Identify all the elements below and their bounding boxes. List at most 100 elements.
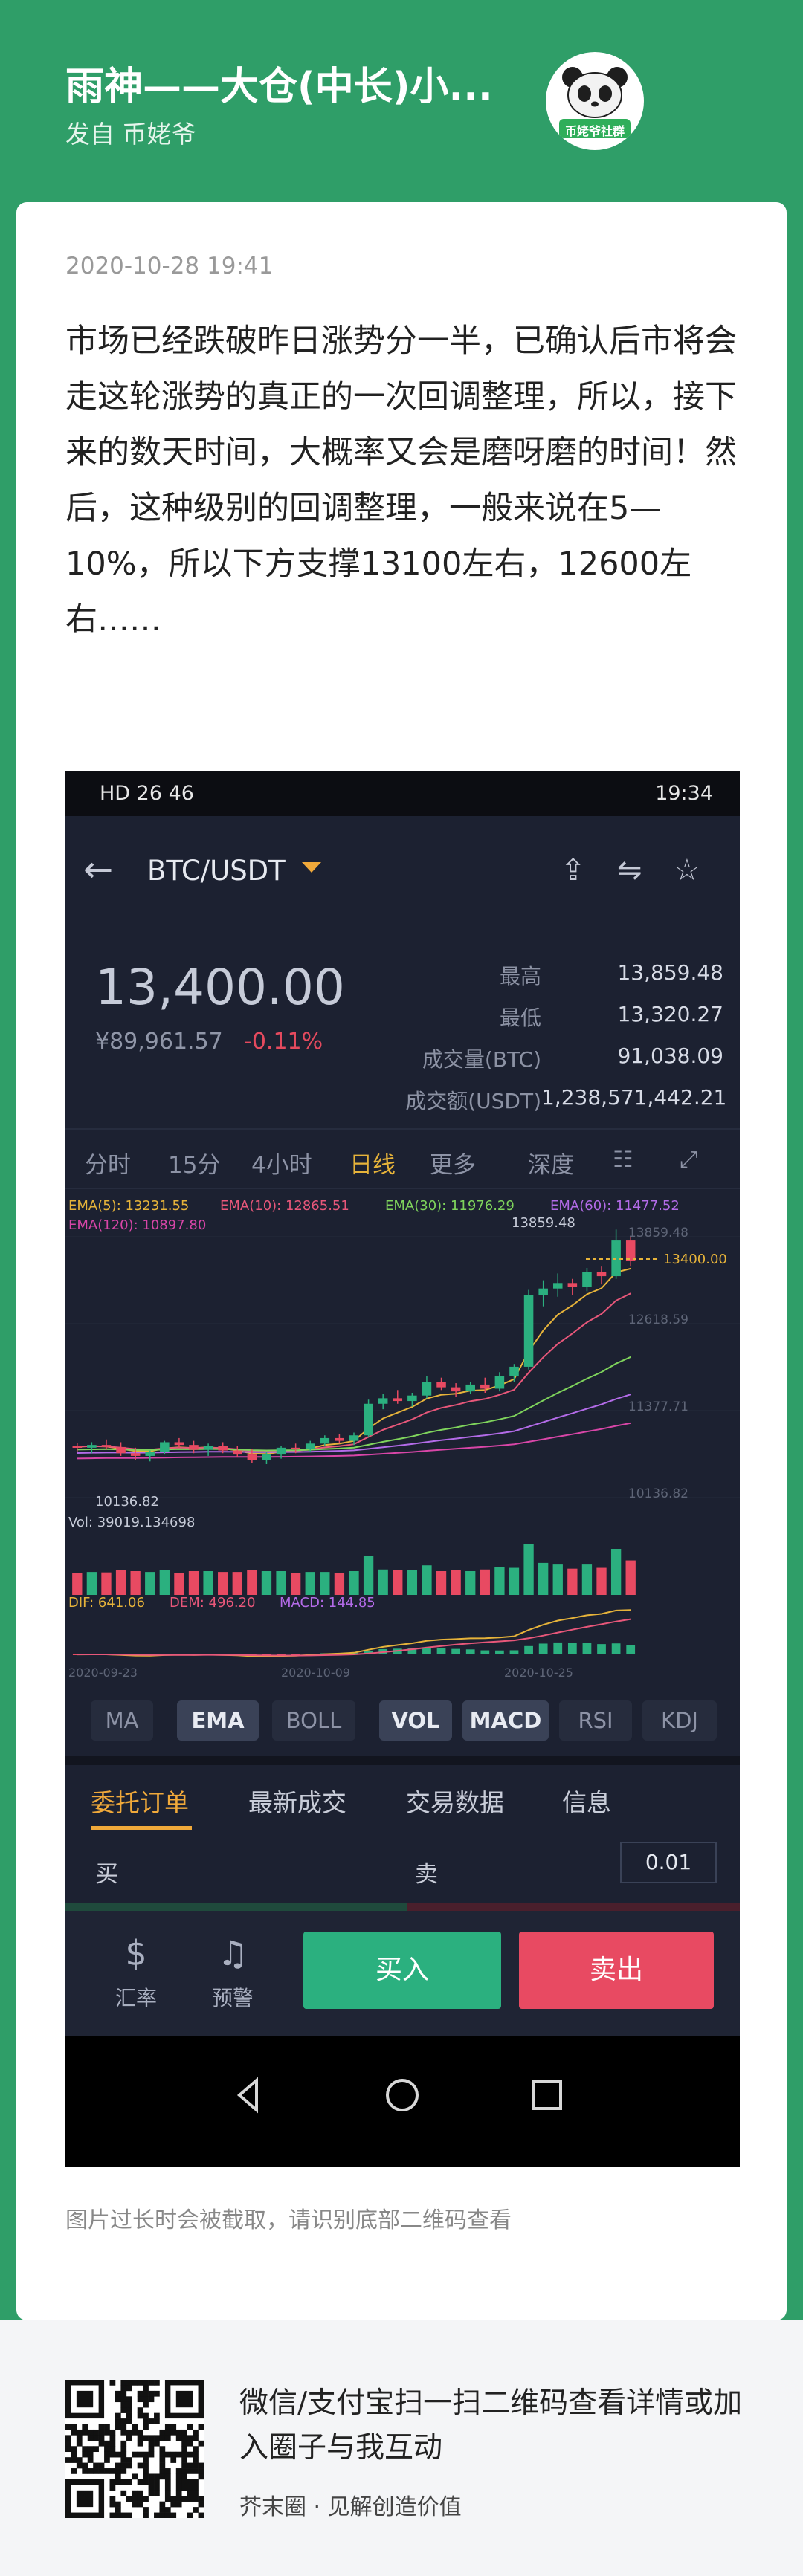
footer: 微信/支付宝扫一扫二维码查看详情或加入圈子与我互动 芥末圈 · 见解创造价值 (0, 2320, 803, 2576)
status-bar: HD 26 46 19:34 (65, 771, 740, 816)
tab-trade-data[interactable]: 交易数据 (406, 1783, 504, 1819)
high-label: 13859.48 (512, 1215, 575, 1231)
indicator-rsi[interactable]: RSI (559, 1700, 632, 1741)
candle (364, 1403, 373, 1436)
exchange-rate-icon: $ (125, 1933, 147, 1973)
footer-brand: 芥末圈 · 见解创造价值 (239, 2494, 462, 2520)
candle (116, 1446, 126, 1454)
volume-bar (363, 1556, 374, 1595)
volume-bar (232, 1572, 242, 1595)
section-divider (65, 1756, 740, 1765)
alert-button[interactable]: ♫ 预警 (192, 1933, 274, 2012)
settings-icon[interactable]: ☷ (613, 1146, 633, 1173)
buy-button[interactable]: 买入 (303, 1932, 501, 2009)
volume-bar (378, 1569, 388, 1595)
tab-more[interactable]: 更多 (430, 1146, 476, 1179)
star-icon[interactable]: ☆ (674, 853, 700, 887)
compare-icon[interactable]: ⇋ (617, 853, 642, 887)
candle (393, 1398, 403, 1402)
bell-icon: ♫ (217, 1933, 248, 1973)
indicator-macd[interactable]: MACD (462, 1700, 549, 1741)
volume-bar (407, 1570, 418, 1595)
tab-4h[interactable]: 4小时 (251, 1146, 312, 1179)
nav-back-icon[interactable] (236, 2077, 258, 2114)
tab-latest-trades[interactable]: 最新成交 (248, 1783, 346, 1819)
stat-value-volume: 91,038.09 (617, 1043, 723, 1068)
macd-bar (465, 1649, 475, 1654)
candle (523, 1295, 534, 1367)
sell-column-label: 卖 (415, 1861, 438, 1888)
tab-15min[interactable]: 15分 (168, 1146, 220, 1179)
price-chart[interactable]: EMA(5): 13231.55 EMA(10): 12865.51 EMA(3… (65, 1194, 740, 1681)
indicator-boll[interactable]: BOLL (272, 1700, 355, 1741)
back-arrow-icon[interactable]: ← (83, 849, 113, 890)
candle (567, 1283, 578, 1287)
volume-bar (115, 1570, 126, 1595)
macd-bar (422, 1648, 431, 1654)
volume-bar (276, 1571, 286, 1595)
fullscreen-icon[interactable]: ⤢ (680, 1146, 698, 1174)
volume-bar (159, 1570, 170, 1595)
candle (305, 1443, 315, 1449)
tab-depth[interactable]: 深度 (528, 1146, 574, 1179)
volume-bar (422, 1565, 432, 1595)
candle (480, 1384, 490, 1389)
candlestick-chart: EMA(5): 13231.55 EMA(10): 12865.51 EMA(3… (65, 1198, 740, 1680)
post-author[interactable]: 发自 币姥爷 (65, 114, 196, 150)
tab-timeshare[interactable]: 分时 (85, 1146, 131, 1179)
tab-info[interactable]: 信息 (562, 1783, 611, 1819)
volume-bar (393, 1570, 403, 1595)
candle (101, 1445, 112, 1447)
nav-home-icon[interactable] (386, 2079, 419, 2111)
nav-recent-icon[interactable] (532, 2080, 562, 2110)
avatar[interactable]: 币姥爷社群 (546, 52, 644, 150)
last-price: 13,400.00 (95, 959, 345, 1016)
sell-button[interactable]: 卖出 (519, 1932, 714, 2009)
stat-value-turnover: 1,238,571,442.21 (541, 1085, 727, 1110)
indicator-ma[interactable]: MA (91, 1700, 153, 1741)
share-icon[interactable]: ⇪ (561, 853, 586, 887)
active-tab-underline (91, 1826, 192, 1830)
price-cny: ¥89,961.57 (95, 1029, 223, 1055)
legend-ema5: EMA(5): 13231.55 (68, 1198, 189, 1214)
volume-bar (130, 1571, 141, 1595)
pair-name[interactable]: BTC/USDT (147, 855, 286, 887)
sell-depth-bar (407, 1903, 740, 1911)
volume-bar (174, 1573, 184, 1595)
qr-code[interactable] (65, 2380, 204, 2519)
volume-bar (218, 1572, 228, 1595)
depth-precision-select[interactable]: 0.01 (620, 1842, 717, 1883)
volume-bar (320, 1572, 330, 1595)
exchange-rate-button[interactable]: $ 汇率 (95, 1933, 177, 2012)
qr-code-icon (65, 2380, 204, 2519)
action-bar: $ 汇率 ♫ 预警 买入 卖出 (65, 1911, 740, 2036)
candle (625, 1240, 636, 1261)
indicator-vol[interactable]: VOL (379, 1700, 452, 1741)
avatar-label: 币姥爷社群 (564, 124, 625, 138)
footer-cta: 微信/支付宝扫一扫二维码查看详情或加入圈子与我互动 (239, 2386, 743, 2465)
volume-bar (610, 1549, 622, 1595)
buy-column-label: 买 (95, 1861, 118, 1888)
tab-daily[interactable]: 日线 (349, 1146, 396, 1179)
y-tick-4: 10136.82 (628, 1486, 688, 1501)
trading-app-screenshot[interactable]: HD 26 46 19:34 ← BTC/USDT ⇪ ⇋ ☆ 13,400.0… (65, 771, 740, 2167)
legend-ema120: EMA(120): 10897.80 (68, 1217, 206, 1233)
stat-value-low: 13,320.27 (617, 1002, 723, 1026)
stat-value-high: 13,859.48 (617, 960, 723, 985)
macd-bar (567, 1643, 577, 1654)
post-header: 雨神——大仓(中长)小... 发自 币姥爷 币姥爷社群 (0, 0, 803, 201)
indicator-kdj[interactable]: KDJ (642, 1700, 717, 1741)
timeframe-tabs: 分时 15分 4小时 日线 更多 深度 ☷ ⤢ (65, 1128, 740, 1189)
status-bar-time: 19:34 (655, 782, 713, 805)
indicator-ema[interactable]: EMA (177, 1700, 259, 1741)
y-tick-2: 12618.59 (628, 1313, 688, 1327)
volume-bar (349, 1571, 359, 1595)
candle (509, 1366, 519, 1376)
chevron-down-icon[interactable] (302, 862, 321, 873)
tab-orders[interactable]: 委托订单 (91, 1783, 189, 1819)
macd-value: MACD: 144.85 (280, 1595, 375, 1611)
volume-bar (509, 1567, 520, 1595)
candle (436, 1382, 446, 1388)
legend-ema60: EMA(60): 11477.52 (550, 1198, 680, 1214)
macd-bar (451, 1648, 461, 1654)
